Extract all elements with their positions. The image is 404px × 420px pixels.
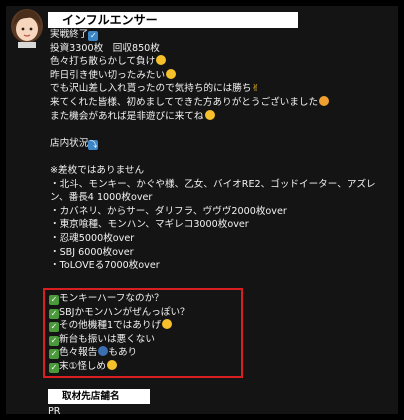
checklist-item: ✓ その他機種1ではありげ bbox=[49, 319, 241, 333]
check-mark-icon: ✓ bbox=[49, 308, 59, 319]
post-line: 店内状況⤵ bbox=[50, 137, 99, 150]
post-line: ン、番長4 1000枚over bbox=[50, 192, 153, 204]
account-name[interactable]: インフルエンサー bbox=[48, 12, 298, 28]
check-box-icon: ✓ bbox=[88, 31, 99, 41]
avatar[interactable] bbox=[8, 6, 46, 48]
post-line: 昨日引き使い切ったみたい bbox=[50, 68, 395, 83]
post-line: ・東京喰種、モンハン、マギレコ3000枚over bbox=[50, 219, 249, 231]
thinking-face-icon bbox=[162, 319, 173, 330]
pr-label: PR bbox=[48, 406, 61, 417]
check-mark-icon: ✓ bbox=[49, 362, 59, 373]
post-line: ※差枚ではありません bbox=[50, 164, 145, 176]
checklist-item: ✓ 末①怪しめ bbox=[49, 359, 241, 374]
post-line: 実戦終了 ✓ bbox=[50, 29, 99, 41]
arrow-down-box-icon: ⤵ bbox=[88, 139, 99, 150]
check-mark-icon: ✓ bbox=[49, 349, 59, 360]
post-line: でも沢山差し入れ貰ったので気持ち的には勝ち✌ bbox=[50, 83, 260, 95]
checklist-item: ✓ 色々報告 もあり bbox=[49, 346, 138, 360]
post-line: ・SBJ 6000枚over bbox=[50, 246, 134, 258]
post-line: ・北斗、モンキー、かぐや様、乙女、バイオRE2、ゴッドイーター、アズレ bbox=[50, 178, 376, 190]
sweat-smile-icon bbox=[156, 55, 167, 66]
victory-hand-icon: ✌ bbox=[251, 83, 260, 95]
check-mark-icon: ✓ bbox=[49, 295, 59, 305]
face-with-hearts-icon bbox=[319, 95, 330, 106]
post-line: また機会があれば是非遊びに来てね bbox=[50, 109, 395, 124]
post-line: ・ToLOVEる7000枚over bbox=[50, 260, 160, 272]
store-name-label: 取材先店舗名 bbox=[48, 389, 150, 404]
wink-face-icon bbox=[106, 359, 117, 370]
post-line: 色々打ち散らかして負け bbox=[50, 55, 395, 69]
post-body: 実戦終了 ✓ 投資3300枚 回収850枚 色々打ち散らかして負け 昨日引き使い切… bbox=[50, 28, 395, 273]
highlighted-checklist: ✓ モンキーハーフなのか？ ✓ SBJかモンハンがぜんっぽい？ ✓ その他機種1ではあ… bbox=[43, 288, 243, 378]
post-line: ・カバネリ、からサー、ダリフラ、ヴヴヴ2000枚over bbox=[50, 205, 287, 217]
checklist-item: ✓ SBJかモンハンがぜんっぽい？ bbox=[49, 306, 190, 319]
check-mark-icon: ✓ bbox=[49, 335, 59, 346]
smiling-face-icon bbox=[204, 109, 215, 120]
post-line: ・忍魂5000枚over bbox=[50, 232, 135, 244]
post-line: 投資3300枚 回収850枚 bbox=[50, 42, 160, 54]
checklist-item: ✓ 新台も振いは悪くない bbox=[49, 333, 155, 346]
dizzy-face-icon bbox=[166, 68, 177, 79]
check-mark-icon: ✓ bbox=[49, 322, 59, 333]
checklist-item: ✓ モンキーハーフなのか？ bbox=[49, 293, 164, 305]
post-line: 来てくれた皆様、初めましてできた方ありがとうございました bbox=[50, 95, 395, 110]
speaking-head-icon bbox=[98, 346, 109, 357]
